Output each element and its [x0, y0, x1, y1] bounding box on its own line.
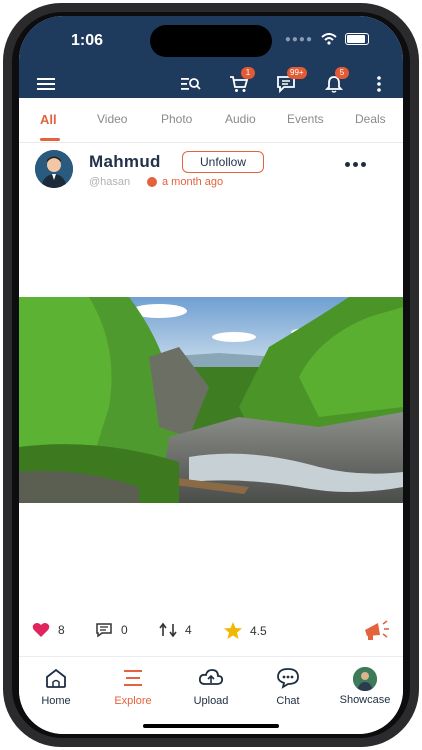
top-bar: 1:06 ●●●● 1 99+ 5 [19, 16, 403, 98]
app-screen: 1:06 ●●●● 1 99+ 5 All Video Photo Audio … [19, 16, 403, 734]
post-header: Mahmud Unfollow @hasan a month ago [19, 144, 403, 194]
rating-value: 4.5 [250, 623, 267, 638]
comment-count: 0 [121, 623, 128, 637]
comment-button[interactable]: 0 [95, 622, 128, 638]
phone-device: 1:06 ●●●● 1 99+ 5 All Video Photo Audio … [0, 0, 422, 750]
share-count: 4 [185, 623, 192, 637]
tab-deals[interactable]: Deals [355, 112, 386, 126]
like-button[interactable]: 8 [32, 622, 65, 638]
rating-button[interactable]: 4.5 [224, 622, 267, 639]
signal-icon: ●●●● [284, 33, 313, 45]
post-image[interactable] [19, 297, 403, 503]
tab-video[interactable]: Video [97, 112, 127, 126]
nav-home[interactable]: Home [21, 667, 91, 707]
author-handle: @hasan [89, 176, 131, 188]
tab-audio[interactable]: Audio [225, 112, 256, 126]
status-time: 1:06 [71, 32, 104, 49]
nav-showcase-label: Showcase [339, 694, 391, 706]
nav-chat-label: Chat [276, 695, 300, 707]
feed-tabs: All Video Photo Audio Events Deals [19, 98, 403, 143]
dynamic-island [150, 25, 272, 57]
chat-icon [277, 668, 299, 689]
share-button[interactable]: 4 [159, 622, 192, 638]
menu-icon[interactable] [36, 74, 56, 94]
post-actions: 8 0 4 4.5 [19, 616, 403, 646]
explore-icon [124, 670, 142, 686]
wifi-icon [321, 33, 337, 45]
home-icon [46, 668, 66, 688]
battery-icon [345, 33, 369, 45]
star-icon [224, 622, 242, 639]
nav-showcase[interactable]: Showcase [330, 667, 400, 706]
nav-explore[interactable]: Explore [98, 667, 168, 707]
heart-icon [32, 623, 50, 637]
cart-button[interactable]: 1 [228, 67, 255, 94]
messages-button[interactable]: 99+ [275, 67, 307, 94]
author-name[interactable]: Mahmud [89, 152, 161, 172]
notifications-button[interactable]: 5 [324, 67, 349, 94]
search-list-icon[interactable] [180, 74, 202, 94]
notifications-badge: 5 [335, 67, 349, 79]
upload-cloud-icon [198, 669, 224, 685]
post-timestamp: a month ago [162, 176, 224, 188]
nav-explore-label: Explore [114, 695, 152, 707]
status-indicators: ●●●● [285, 33, 369, 45]
tab-photo[interactable]: Photo [161, 112, 192, 126]
overflow-menu-icon[interactable] [371, 74, 387, 94]
cart-badge: 1 [241, 67, 255, 79]
nav-upload-label: Upload [193, 695, 229, 707]
author-avatar[interactable] [35, 150, 73, 188]
tab-all[interactable]: All [40, 112, 57, 127]
like-count: 8 [58, 623, 65, 637]
messages-badge: 99+ [287, 67, 307, 79]
comment-icon [96, 623, 112, 638]
bottom-navigation: Home Explore Upload Chat Showcase [19, 656, 403, 734]
home-indicator [143, 724, 279, 728]
megaphone-icon [365, 620, 389, 640]
nav-chat[interactable]: Chat [253, 667, 323, 707]
promote-button[interactable] [362, 618, 392, 642]
nav-home-label: Home [41, 695, 71, 707]
nav-upload[interactable]: Upload [176, 667, 246, 707]
repost-icon [159, 622, 177, 638]
unfollow-button[interactable]: Unfollow [182, 151, 264, 173]
tab-events[interactable]: Events [287, 112, 324, 126]
globe-icon [147, 177, 157, 187]
post-more-icon[interactable] [345, 162, 366, 167]
showcase-avatar [353, 667, 377, 691]
tab-active-indicator [40, 138, 60, 141]
